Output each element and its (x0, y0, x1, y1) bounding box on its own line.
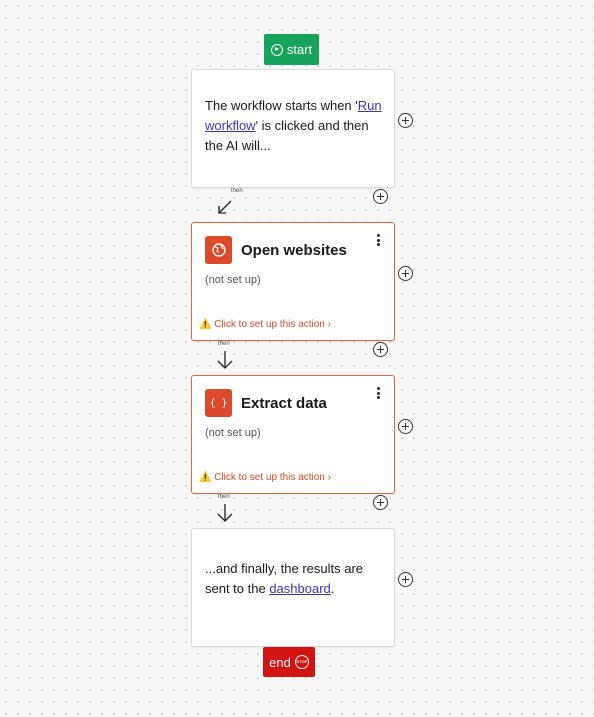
add-step-button[interactable] (373, 342, 388, 357)
end-node[interactable]: end STOP (263, 647, 315, 677)
down-arrow-icon (217, 351, 233, 369)
outro-text: ...and finally, the results are sent to … (205, 561, 364, 596)
start-node[interactable]: start (264, 34, 319, 65)
play-icon (270, 43, 283, 56)
then-label: then (218, 341, 230, 347)
add-side-step-button[interactable] (398, 266, 413, 281)
chevron-right-icon: › (327, 319, 331, 330)
setup-action-link[interactable]: ⚠️ Click to set up this action › (199, 472, 331, 483)
globe-icon (205, 236, 232, 264)
action-card-extract-data[interactable]: { } Extract data (not set up) ⚠️ Click t… (191, 375, 395, 494)
start-label: start (286, 42, 313, 57)
add-step-button[interactable] (373, 495, 388, 510)
then-label: then (218, 494, 230, 500)
then-label: then (231, 188, 243, 194)
add-side-step-button[interactable] (398, 572, 413, 587)
action-status: (not set up) (205, 274, 261, 286)
workflow-intro-card: The workflow starts when 'Run workflow' … (191, 69, 395, 188)
stop-icon: STOP (294, 655, 309, 669)
add-side-step-button[interactable] (398, 113, 413, 128)
action-card-open-websites[interactable]: Open websites (not set up) ⚠️ Click to s… (191, 222, 395, 341)
curly-braces-icon: { } (205, 389, 232, 417)
action-status: (not set up) (205, 427, 261, 439)
down-arrow-icon (217, 504, 233, 522)
chevron-right-icon: › (327, 472, 331, 483)
end-label: end (269, 654, 291, 670)
action-title: Open websites (241, 242, 347, 259)
down-left-arrow-icon (218, 200, 232, 214)
more-options-icon[interactable] (374, 234, 382, 246)
add-step-button[interactable] (373, 189, 388, 204)
dashboard-link[interactable]: dashboard (269, 581, 330, 596)
workflow-outro-card: ...and finally, the results are sent to … (191, 528, 395, 647)
more-options-icon[interactable] (374, 387, 382, 399)
intro-text: The workflow starts when 'Run workflow' … (205, 98, 382, 153)
add-side-step-button[interactable] (398, 419, 413, 434)
action-title: Extract data (241, 395, 327, 412)
setup-action-link[interactable]: ⚠️ Click to set up this action › (199, 319, 331, 330)
